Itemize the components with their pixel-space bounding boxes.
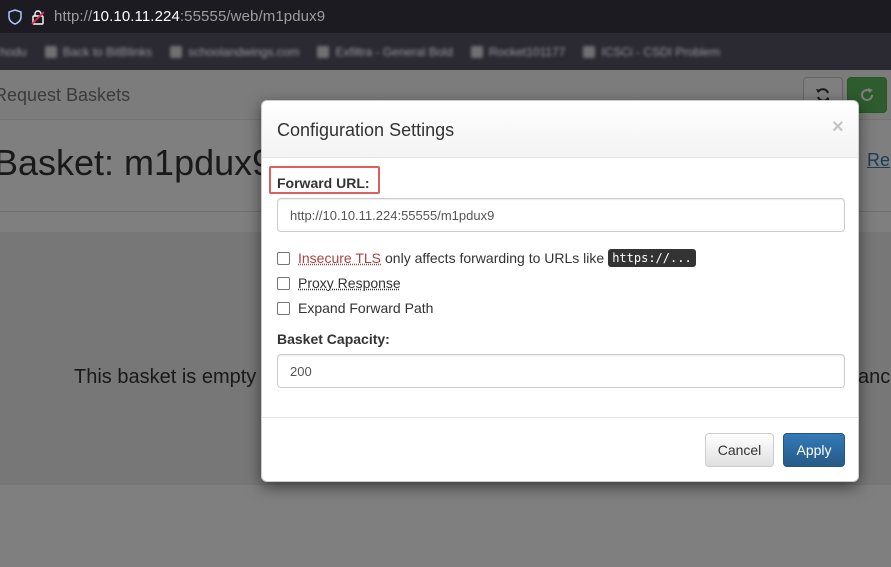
forward-url-input[interactable] <box>277 198 845 232</box>
shield-icon[interactable] <box>7 8 23 25</box>
insecure-tls-description: only affects forwarding to URLs like <box>385 250 605 266</box>
dialog-footer-divider <box>262 417 858 418</box>
url-scheme: http:// <box>54 8 93 25</box>
basket-capacity-label: Basket Capacity: <box>277 331 390 347</box>
url-text[interactable]: http://10.10.11.224:55555/web/m1pdux9 <box>54 8 325 25</box>
bookmark-favicon <box>583 45 596 58</box>
dialog-title: Configuration Settings <box>277 120 455 140</box>
bookmarks-bar: hodu Back to BitBlinks schoolandwings.co… <box>0 33 891 70</box>
apply-button[interactable]: Apply <box>783 433 845 467</box>
insecure-tls-label: Insecure TLS <box>298 250 382 266</box>
close-icon[interactable]: × <box>832 117 844 137</box>
browser-url-bar[interactable]: http://10.10.11.224:55555/web/m1pdux9 <box>0 0 891 33</box>
bookmark-item[interactable]: Exfiltra - General Bold <box>317 45 453 59</box>
bookmark-favicon <box>470 45 483 58</box>
expand-forward-path-option[interactable]: Expand Forward Path <box>277 298 433 318</box>
bookmark-item[interactable]: hodu <box>0 45 27 59</box>
basket-capacity-input[interactable] <box>277 354 845 388</box>
forward-url-label: Forward URL: <box>277 175 370 191</box>
insecure-tls-checkbox[interactable] <box>277 251 290 265</box>
dialog-header: Configuration Settings × <box>262 101 858 158</box>
bookmark-item[interactable]: schoolandwings.com <box>170 45 299 59</box>
url-path: :55555/web/m1pdux9 <box>179 8 326 25</box>
proxy-response-checkbox[interactable] <box>277 276 290 290</box>
bookmark-item[interactable]: ICSCi - CSDI Problem <box>583 45 720 59</box>
bookmark-favicon <box>44 45 57 58</box>
bookmark-item[interactable]: Back to BitBlinks <box>44 45 152 59</box>
cancel-button[interactable]: Cancel <box>705 433 774 467</box>
lock-insecure-icon[interactable] <box>30 9 46 25</box>
expand-forward-path-checkbox[interactable] <box>277 301 290 315</box>
config-settings-dialog: Configuration Settings × Forward URL: In… <box>261 100 859 482</box>
expand-forward-path-label: Expand Forward Path <box>298 300 434 316</box>
proxy-response-option[interactable]: Proxy Response <box>277 273 401 293</box>
url-host: 10.10.11.224 <box>92 8 180 25</box>
bookmark-favicon <box>170 45 183 58</box>
bookmark-favicon <box>317 45 330 58</box>
https-code-sample: https://... <box>608 249 696 267</box>
proxy-response-label: Proxy Response <box>298 275 401 291</box>
bookmark-item[interactable]: Rocket101177 <box>470 45 565 59</box>
insecure-tls-option[interactable]: Insecure TLS only affects forwarding to … <box>277 248 696 268</box>
